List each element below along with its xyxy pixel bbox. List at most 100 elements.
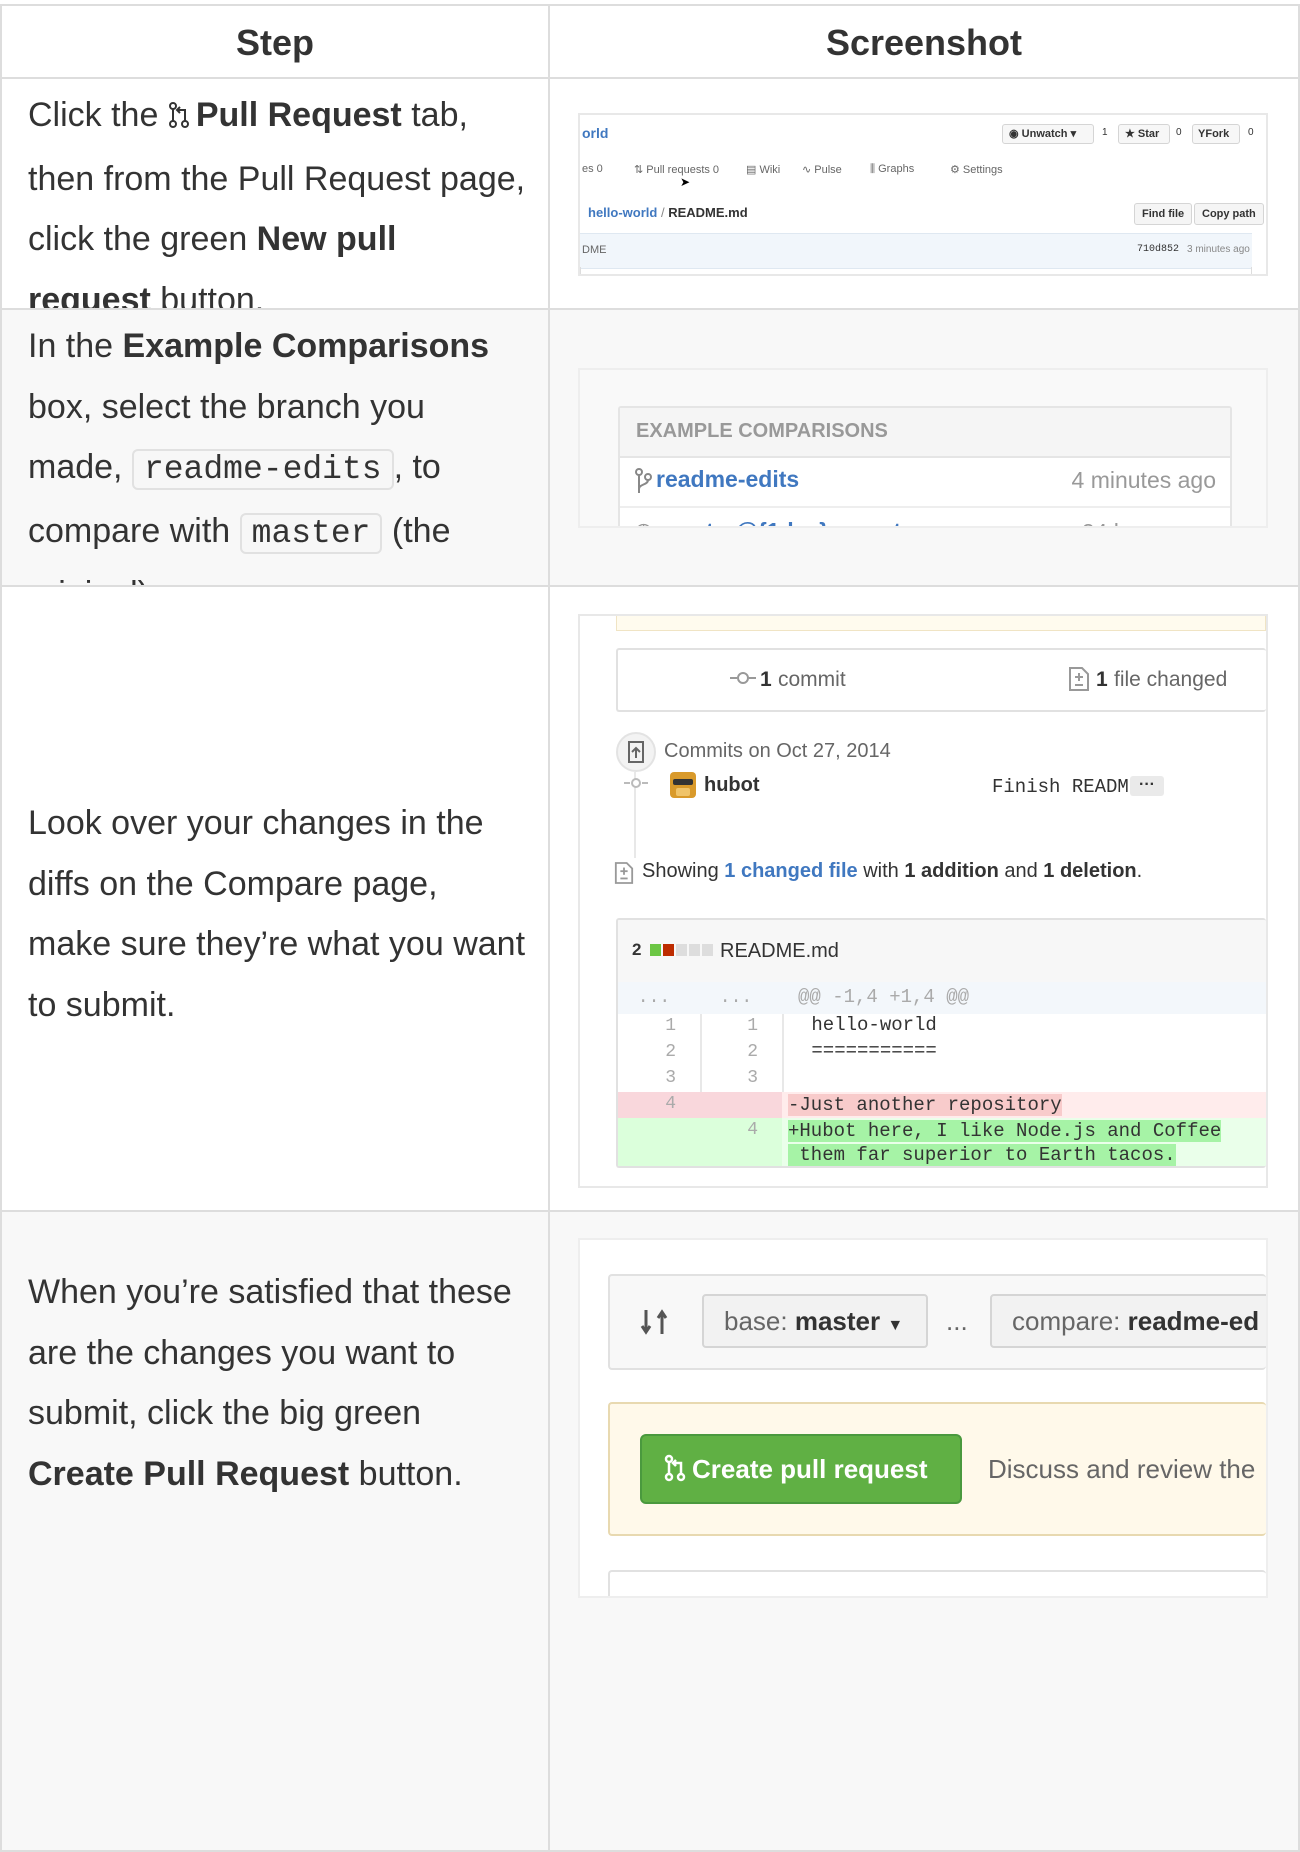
unwatch-label: Unwatch ▾	[1021, 128, 1077, 140]
commit-sha[interactable]: 710d852	[1137, 244, 1179, 255]
tab-pull-requests[interactable]: ⇅ Pull requests 0	[634, 163, 719, 176]
file-diff: 2 README.md ... ... @@ -1,4 +1,4 @@ 1 1 …	[616, 918, 1266, 1168]
diff-del-highlight: -Just another repository	[788, 1094, 1062, 1116]
discuss-text: Discuss and review the	[988, 1454, 1256, 1484]
screenshot-cell: base: master ▼ ... compare: readme-ed Cr…	[550, 1212, 1300, 1850]
tab-settings[interactable]: ⚙ Settings	[950, 163, 1003, 176]
diff-line-text: +Hubot here, I like Node.js and Coffee	[788, 1118, 1222, 1144]
copy-path-button[interactable]: Copy path	[1194, 203, 1264, 225]
step-text-4: When you’re satisfied that these are the…	[28, 1262, 528, 1504]
branch-code: readme-edits	[131, 449, 394, 490]
step-bold: Example Comparisons	[122, 327, 490, 365]
file-diff-icon	[1068, 666, 1090, 697]
additions-count: 1 addition	[904, 860, 999, 882]
compare-branch-select[interactable]: compare: readme-ed	[990, 1294, 1266, 1348]
step-cell: Look over your changes in the diffs on t…	[0, 587, 550, 1210]
diff-filename[interactable]: README.md	[720, 940, 839, 963]
changed-file-link[interactable]: 1 changed file	[724, 860, 857, 882]
old-line-number[interactable]: 4	[636, 1094, 676, 1114]
star-button[interactable]: ★ Star	[1118, 124, 1170, 144]
deletions-count: 1 deletion	[1043, 860, 1137, 882]
new-line-number[interactable]: 3	[718, 1068, 758, 1088]
old-line-number[interactable]: 2	[636, 1042, 676, 1062]
avatar	[670, 772, 696, 798]
screenshot-compare-page: 1 commit 1 file changed Commits on Oct 2…	[578, 614, 1268, 1188]
commit-message[interactable]: Finish README	[992, 776, 1140, 798]
file-header: 2 README.md	[618, 920, 1266, 984]
new-line-number[interactable]: 1	[718, 1016, 758, 1036]
screenshot-cell: EXAMPLE COMPARISONS readme-edits 4 minut…	[550, 310, 1300, 585]
expand-ellipsis-button[interactable]: ···	[1130, 776, 1164, 796]
history-icon: ◷	[634, 518, 653, 526]
find-file-button[interactable]: Find file	[1134, 203, 1193, 225]
header-cell-screenshot: Screenshot	[550, 6, 1300, 77]
commit-message: DME	[582, 244, 607, 256]
commit-author[interactable]: hubot	[704, 774, 760, 797]
diff-line-add: 4 +Hubot here, I like Node.js and Coffee…	[618, 1118, 1266, 1166]
step-text: Click the	[28, 96, 168, 134]
old-line-number[interactable]: 1	[636, 1016, 676, 1036]
screenshot-create-pr: base: master ▼ ... compare: readme-ed Cr…	[578, 1238, 1268, 1598]
comparison-branch-link[interactable]: readme-edits	[656, 466, 799, 493]
unwatch-button[interactable]: ◉ Unwatch ▾	[1002, 124, 1094, 144]
commit-time: 3 minutes ago	[1187, 244, 1250, 255]
comparisons-box: EXAMPLE COMPARISONS readme-edits 4 minut…	[618, 406, 1232, 526]
step-text-2: In the Example Comparisons box, select t…	[28, 316, 528, 625]
tab-graphs[interactable]: ⫼ Graphs	[870, 163, 914, 176]
star-count: 0	[1176, 127, 1182, 138]
step-text-1: Click the Pull Request tab, then from th…	[28, 85, 528, 330]
base-branch-select[interactable]: base: master ▼	[702, 1294, 928, 1348]
chevron-down-icon: ▼	[887, 1317, 904, 1334]
hunk-header: ... ... @@ -1,4 +1,4 @@	[618, 982, 1266, 1014]
new-line-number[interactable]: 2	[718, 1042, 758, 1062]
breadcrumb-repo-link[interactable]: hello-world	[588, 205, 657, 220]
tab-wiki[interactable]: ▤ Wiki	[746, 163, 780, 176]
comparison-item[interactable]: ◷ master@{1day}...master 24 hours ago	[620, 508, 1230, 526]
star-label: ★ Star	[1125, 128, 1160, 140]
commits-label[interactable]: commit	[778, 668, 846, 692]
table-row: In the Example Comparisons box, select t…	[0, 308, 1300, 613]
commits-date: Commits on Oct 27, 2014	[664, 740, 891, 762]
step-bold: Create Pull Request	[28, 1454, 350, 1493]
pull-request-icon	[168, 88, 190, 149]
base-branch: master	[794, 1306, 881, 1336]
summary-text: with	[857, 860, 905, 882]
diffstat-bar	[650, 944, 714, 956]
commit-icon	[730, 668, 756, 693]
unwatch-count: 1	[1102, 127, 1108, 138]
comparison-time: 4 minutes ago	[1071, 467, 1216, 493]
diff-line-del: 4 -Just another repository	[618, 1092, 1266, 1118]
step-text: button.	[349, 1454, 463, 1493]
diff-line-text: ===========	[800, 1040, 937, 1062]
diff-summary: Showing 1 changed file with 1 addition a…	[642, 860, 1142, 883]
commits-count[interactable]: 1	[760, 668, 772, 692]
table-row: When you’re satisfied that these are the…	[0, 1210, 1300, 1852]
files-label[interactable]: file changed	[1114, 668, 1227, 692]
comparison-item[interactable]: readme-edits 4 minutes ago	[620, 456, 1230, 508]
old-line-number[interactable]: 3	[636, 1068, 676, 1088]
gear-icon: ⚙	[950, 164, 963, 176]
comparison-time: 24 hours ago	[1082, 519, 1216, 526]
tab-issues[interactable]: es 0	[582, 163, 603, 175]
create-pull-request-button[interactable]: Create pull request	[640, 1434, 962, 1504]
hunk-dots-old[interactable]: ...	[632, 988, 676, 1008]
new-line-number[interactable]: 4	[718, 1120, 758, 1140]
diff-add-highlight: them far superior to Earth tacos.	[788, 1144, 1176, 1166]
create-pr-label: Create pull request	[692, 1454, 928, 1484]
book-icon: ▤	[746, 164, 760, 176]
screenshot-repo-page: orld ◉ Unwatch ▾ 1 ★ Star 0 YFork 0 es 0…	[578, 113, 1268, 276]
repo-name: orld	[582, 125, 609, 141]
breadcrumb-file: README.md	[668, 205, 748, 220]
comparison-branch-link[interactable]: master@{1day}...master	[660, 518, 923, 526]
files-count[interactable]: 1	[1096, 668, 1108, 692]
file-box-edge	[580, 267, 1252, 274]
hunk-dots-new[interactable]: ...	[714, 988, 758, 1008]
diff-add-highlight: +Hubot here, I like Node.js and Coffee	[788, 1120, 1222, 1142]
tab-pulse[interactable]: ∿ Pulse	[802, 163, 842, 176]
header-step: Step	[235, 22, 314, 63]
summary-text: .	[1136, 860, 1143, 882]
diff-line-text: -Just another repository	[788, 1092, 1062, 1118]
compare-label: compare:	[1012, 1306, 1128, 1336]
fork-button[interactable]: YFork	[1192, 124, 1240, 144]
diff-count: 2	[632, 940, 642, 959]
